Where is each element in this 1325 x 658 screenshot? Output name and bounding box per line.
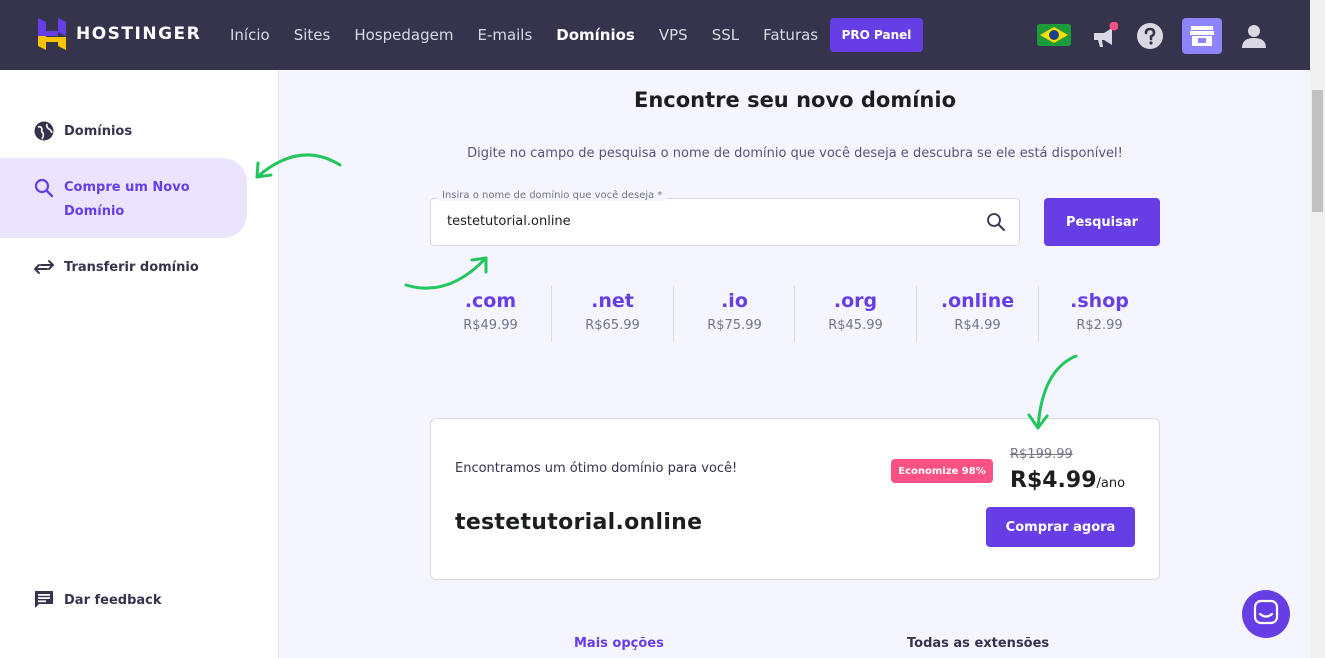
tld-price: R$4.99 (954, 318, 1001, 333)
nav-hospedagem[interactable]: Hospedagem (354, 26, 453, 44)
sidebar-item-label: Compre um Novo Domínio (64, 180, 190, 219)
tld-extension: .net (591, 290, 634, 312)
tld-item-online[interactable]: .online R$4.99 (917, 288, 1038, 342)
tab-mais-opcoes[interactable]: Mais opções (574, 636, 664, 651)
nav-sites[interactable]: Sites (294, 26, 331, 44)
search-button[interactable]: Pesquisar (1044, 198, 1160, 246)
result-domain-name: testetutorial.online (455, 510, 703, 535)
tld-price: R$65.99 (585, 318, 640, 333)
brand-logo[interactable]: HOSTINGER (38, 18, 201, 50)
pro-panel-button[interactable]: PRO Panel (830, 18, 923, 52)
tld-item-shop[interactable]: .shop R$2.99 (1039, 288, 1160, 342)
nav-dominios[interactable]: Domínios (556, 26, 635, 44)
nav-inicio[interactable]: Início (230, 26, 270, 44)
annotation-arrow-price (1027, 354, 1078, 430)
tld-extension: .io (721, 290, 748, 312)
annotation-arrow-search (404, 256, 488, 290)
search-icon[interactable] (986, 212, 1006, 232)
nav-faturas[interactable]: Faturas (763, 26, 818, 44)
sidebar-item-label: Transferir domínio (64, 259, 199, 275)
sidebar-item-transferir[interactable]: Transferir domínio (0, 256, 199, 278)
main-nav: Início Sites Hospedagem E-mails Domínios… (230, 0, 842, 70)
tld-extension: .online (940, 290, 1015, 312)
tld-price: R$2.99 (1076, 318, 1123, 333)
tld-item-net[interactable]: .net R$65.99 (552, 288, 673, 342)
price-period: /ano (1096, 476, 1126, 491)
scrollbar-thumb[interactable] (1312, 90, 1323, 212)
brazil-flag-icon[interactable] (1037, 24, 1071, 46)
brand-name: HOSTINGER (76, 24, 202, 44)
feedback-button[interactable]: Dar feedback (0, 589, 162, 611)
annotation-arrow-sidebar (255, 153, 342, 179)
tld-price: R$45.99 (828, 318, 883, 333)
tab-todas-extensoes[interactable]: Todas as extensões (907, 636, 1049, 651)
page-title: Encontre seu novo domínio (634, 88, 956, 112)
tld-extension: .org (833, 290, 878, 312)
feedback-icon (33, 589, 55, 611)
user-icon[interactable] (1236, 18, 1272, 54)
tld-extension: .shop (1070, 290, 1129, 312)
chat-icon (1253, 599, 1279, 629)
tld-item-org[interactable]: .org R$45.99 (795, 288, 916, 342)
store-icon[interactable] (1182, 18, 1222, 54)
globe-icon (33, 120, 55, 142)
discount-badge: Economize 98% (891, 459, 993, 483)
nav-vps[interactable]: VPS (659, 26, 688, 44)
sidebar-item-compre-dominio[interactable]: Compre um Novo Domínio (0, 158, 247, 238)
old-price: R$199.99 (1010, 447, 1073, 462)
search-input-label: Insira o nome de domínio que você deseja… (438, 190, 667, 201)
current-price: R$4.99/ano (1010, 468, 1125, 493)
top-navbar: HOSTINGER Início Sites Hospedagem E-mail… (0, 0, 1310, 70)
domain-result-card (430, 418, 1160, 580)
sidebar-item-label: Domínios (64, 123, 133, 139)
buy-now-button[interactable]: Comprar agora (986, 507, 1135, 547)
price-value: R$4.99 (1010, 468, 1097, 493)
search-input-value[interactable]: testetutorial.online (447, 214, 571, 229)
hostinger-logo-icon (38, 18, 66, 50)
megaphone-icon[interactable] (1086, 18, 1122, 54)
help-icon[interactable] (1132, 18, 1168, 54)
chat-support-button[interactable] (1242, 590, 1290, 638)
feedback-label: Dar feedback (64, 592, 162, 608)
result-found-text: Encontramos um ótimo domínio para você! (455, 461, 738, 476)
tld-price: R$75.99 (707, 318, 762, 333)
transfer-icon (33, 256, 55, 278)
tld-price: R$49.99 (463, 318, 518, 333)
nav-emails[interactable]: E-mails (477, 26, 532, 44)
tld-item-io[interactable]: .io R$75.99 (674, 288, 795, 342)
sidebar: Domínios Compre um Novo Domínio Transfer… (0, 70, 279, 658)
search-icon (33, 177, 55, 199)
sidebar-item-dominios[interactable]: Domínios (0, 120, 132, 142)
nav-ssl[interactable]: SSL (712, 26, 739, 44)
page-subtitle: Digite no campo de pesquisa o nome de do… (467, 146, 1123, 161)
